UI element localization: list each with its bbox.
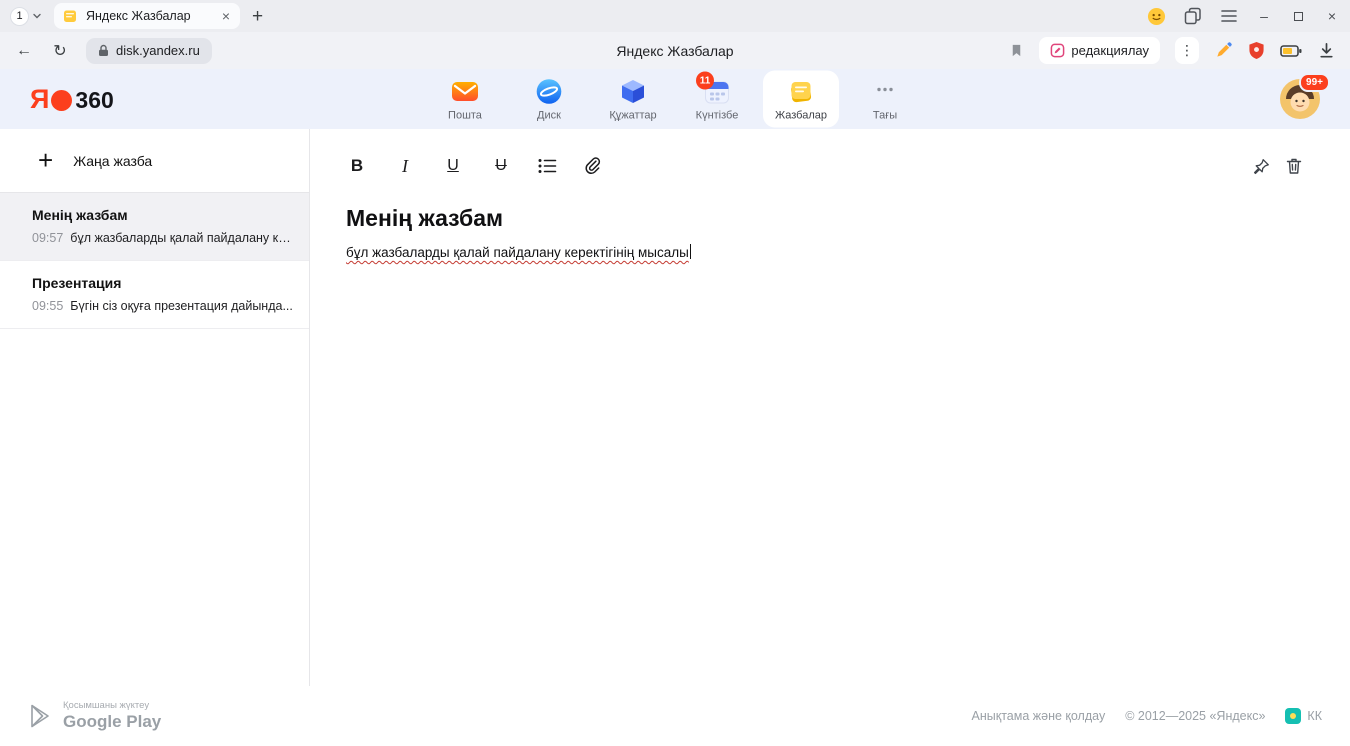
maximize-icon — [1294, 12, 1303, 21]
close-window-button[interactable]: × — [1324, 8, 1340, 24]
documents-icon — [619, 78, 647, 106]
italic-button[interactable]: I — [394, 156, 416, 177]
tab-counter[interactable]: 1 — [10, 7, 42, 26]
yandex-360-logo[interactable]: Я 360 — [30, 84, 114, 115]
maximize-button[interactable] — [1290, 12, 1306, 21]
service-label: Пошта — [448, 110, 482, 122]
note-item-preview: бұл жазбаларды қалай пайдалану ке... — [70, 231, 295, 245]
google-play-link[interactable]: Қосымшаны жүктеу Google Play — [28, 700, 161, 732]
google-play-icon — [28, 703, 52, 729]
panels-icon[interactable] — [1184, 7, 1202, 25]
language-flag-icon — [1285, 708, 1301, 724]
tab-title: Яндекс Жазбалар — [86, 9, 212, 23]
yandex-360-header: Я 360 Пошта — [0, 69, 1350, 129]
strikethrough-button[interactable]: U — [490, 157, 512, 175]
chevron-down-icon — [32, 11, 42, 21]
logo-ya-letter: Я — [30, 84, 48, 115]
service-mail[interactable]: Пошта — [427, 71, 503, 128]
download-app-label: Қосымшаны жүктеу — [63, 700, 161, 711]
back-button[interactable]: ← — [14, 42, 34, 60]
note-list-item[interactable]: Менің жазбам 09:57 бұл жазбаларды қалай … — [0, 193, 309, 261]
browser-tab-strip: 1 Яндекс Жазбалар × + – × — [0, 0, 1350, 32]
note-item-title: Менің жазбам — [32, 207, 295, 223]
tabstrip-right-controls: – × — [1147, 0, 1340, 32]
mail-icon — [451, 78, 479, 106]
note-editor: B I U U Менің жазбам бұл жазбаларды қала — [310, 129, 1350, 686]
disk-icon — [535, 78, 563, 106]
edit-page-button[interactable]: редакциялау — [1039, 37, 1160, 64]
new-note-label: Жаңа жазба — [73, 153, 152, 169]
service-label: Күнтізбе — [696, 110, 739, 122]
protect-shield-icon[interactable] — [1248, 41, 1265, 60]
notifications-badge: 99+ — [1299, 73, 1330, 92]
note-item-time: 09:55 — [32, 299, 63, 313]
note-title[interactable]: Менің жазбам — [346, 205, 1302, 232]
minimize-button[interactable]: – — [1256, 8, 1272, 24]
new-tab-button[interactable]: + — [252, 7, 263, 26]
note-actions — [1253, 157, 1302, 175]
pin-note-button[interactable] — [1253, 158, 1270, 175]
tab-count-label: 1 — [10, 7, 29, 26]
service-label: Диск — [537, 110, 561, 122]
page-title: Яндекс Жазбалар — [616, 43, 733, 59]
delete-note-button[interactable] — [1286, 157, 1302, 175]
note-item-title: Презентация — [32, 275, 295, 291]
calendar-badge: 11 — [696, 72, 714, 90]
edit-page-label: редакциялау — [1071, 43, 1149, 58]
page-menu-button[interactable]: ⋮ — [1175, 37, 1199, 64]
service-label: Жазбалар — [775, 110, 827, 122]
pen-icon[interactable] — [1214, 41, 1233, 60]
services-nav: Пошта Диск Құжаттар — [427, 71, 923, 128]
main-content: + Жаңа жазба Менің жазбам 09:57 бұл жазб… — [0, 129, 1350, 686]
user-avatar[interactable]: 99+ — [1280, 79, 1320, 119]
tab-close-icon[interactable]: × — [220, 8, 232, 24]
underline-button[interactable]: U — [442, 157, 464, 175]
attach-button[interactable] — [583, 157, 601, 175]
browser-tab[interactable]: Яндекс Жазбалар × — [54, 3, 240, 29]
bookmark-icon[interactable] — [1009, 43, 1024, 58]
new-note-button[interactable]: + Жаңа жазба — [0, 129, 309, 193]
notes-favicon-icon — [62, 8, 78, 24]
service-notes[interactable]: Жазбалар — [763, 71, 839, 128]
service-calendar[interactable]: 11 Күнтізбе — [679, 71, 755, 128]
note-body-text: бұл жазбаларды қалай пайдалану керектігі… — [346, 245, 689, 260]
reload-button[interactable]: ↻ — [50, 41, 70, 61]
download-icon[interactable] — [1317, 41, 1336, 60]
service-documents[interactable]: Құжаттар — [595, 71, 671, 128]
logo-360-label: 360 — [75, 87, 113, 114]
text-cursor — [690, 244, 692, 259]
note-item-time: 09:57 — [32, 231, 63, 245]
notes-icon — [787, 78, 815, 106]
url-text: disk.yandex.ru — [116, 43, 200, 58]
bold-button[interactable]: B — [346, 156, 368, 176]
language-label: КК — [1307, 709, 1322, 723]
notes-sidebar: + Жаңа жазба Менің жазбам 09:57 бұл жазб… — [0, 129, 310, 686]
note-body[interactable]: бұл жазбаларды қалай пайдалану керектігі… — [346, 244, 1302, 260]
more-icon — [871, 78, 899, 106]
lock-icon — [98, 44, 109, 57]
page-footer: Қосымшаны жүктеу Google Play Анықтама жә… — [0, 686, 1350, 746]
footer-links: Анықтама және қолдау © 2012—2025 «Яндекс… — [972, 708, 1322, 724]
logo-circle-icon — [51, 90, 72, 111]
service-label: Құжаттар — [609, 110, 656, 122]
toolbar-right-controls: редакциялау ⋮ — [1009, 37, 1336, 64]
note-item-preview: Бүгін сіз оқуға презентация дайында... — [70, 299, 293, 313]
bullet-list-button[interactable] — [538, 158, 557, 174]
browser-toolbar: ← ↻ disk.yandex.ru Яндекс Жазбалар редак… — [0, 32, 1350, 69]
note-list-item[interactable]: Презентация 09:55 Бүгін сіз оқуға презен… — [0, 261, 309, 329]
address-bar[interactable]: disk.yandex.ru — [86, 38, 212, 64]
editor-toolbar: B I U U — [346, 151, 1302, 181]
battery-icon[interactable] — [1280, 44, 1302, 58]
language-switcher[interactable]: КК — [1285, 708, 1322, 724]
edit-pencil-icon — [1050, 43, 1065, 58]
service-disk[interactable]: Диск — [511, 71, 587, 128]
google-play-label: Google Play — [63, 712, 161, 732]
service-label: Тағы — [873, 110, 897, 122]
browser-menu-icon[interactable] — [1220, 9, 1238, 23]
promo-icon[interactable] — [1147, 7, 1166, 26]
copyright: © 2012—2025 «Яндекс» — [1125, 709, 1265, 723]
service-more[interactable]: Тағы — [847, 71, 923, 128]
plus-icon: + — [38, 150, 53, 171]
help-link[interactable]: Анықтама және қолдау — [972, 709, 1106, 723]
